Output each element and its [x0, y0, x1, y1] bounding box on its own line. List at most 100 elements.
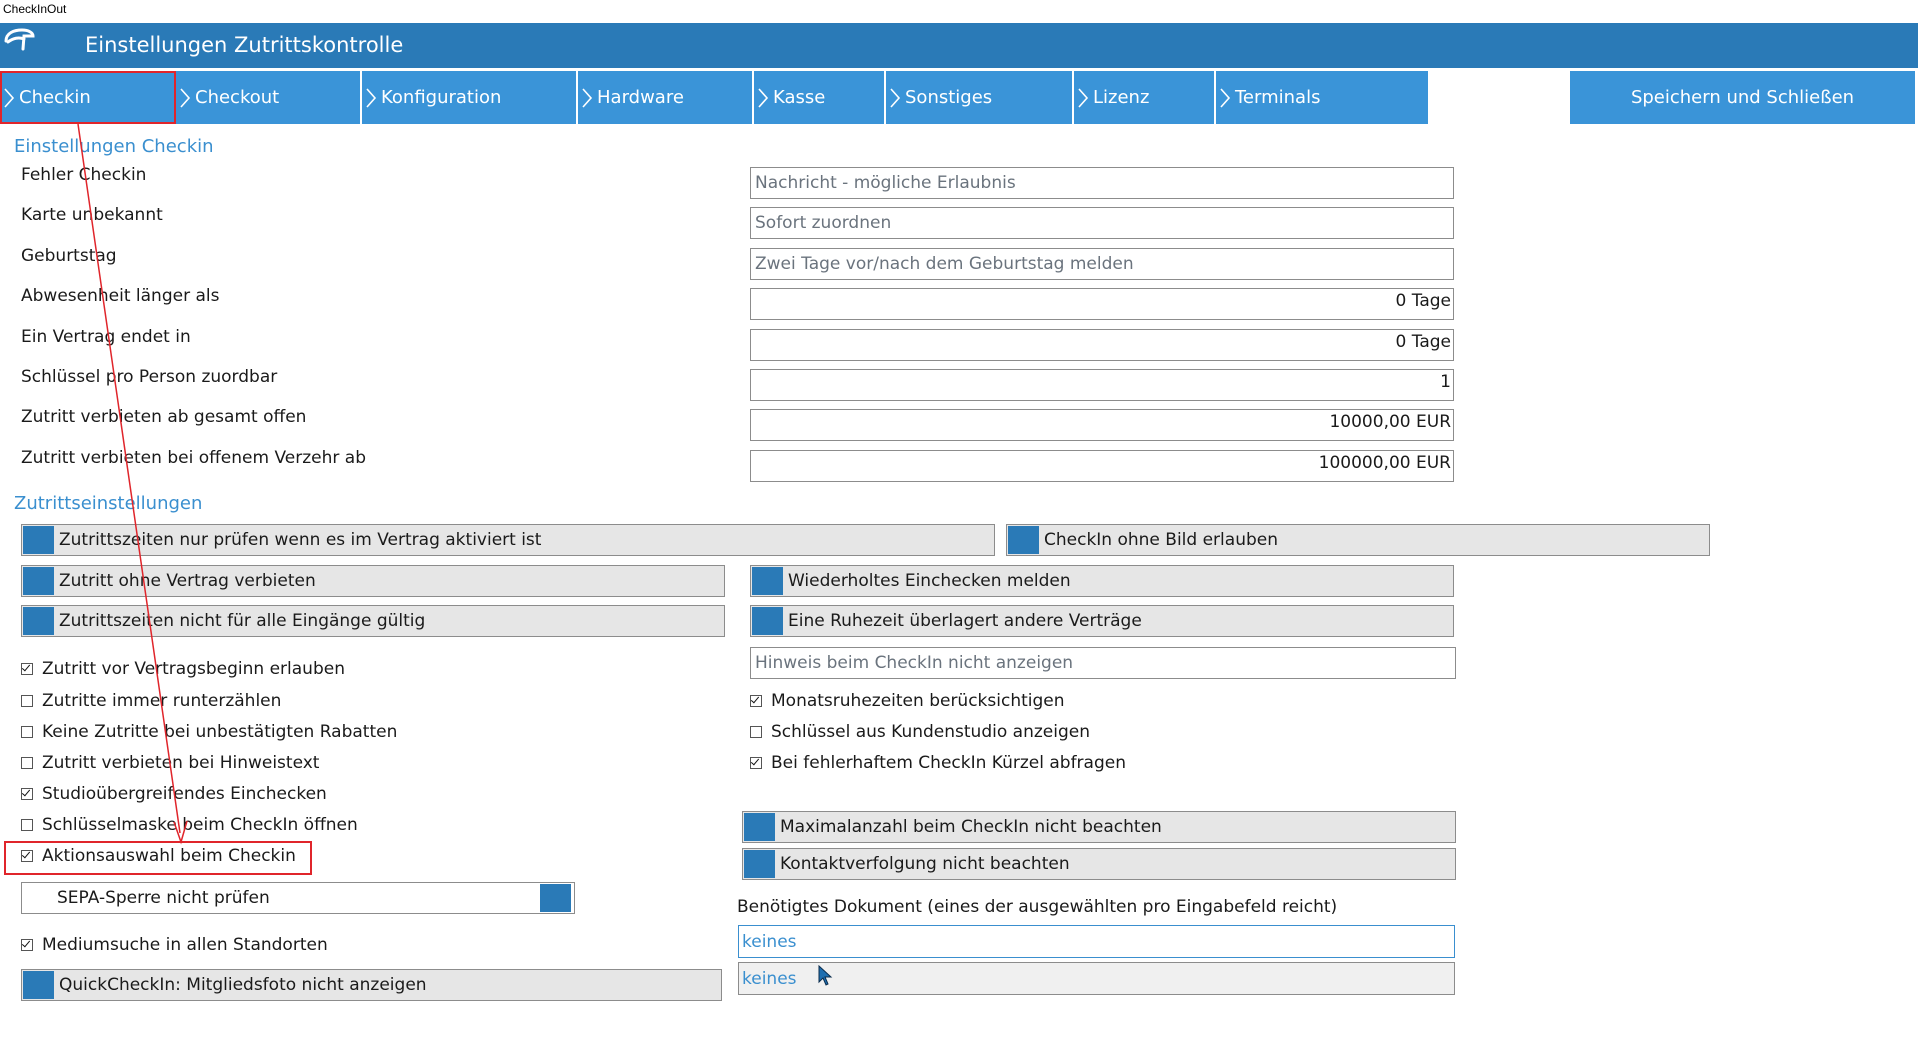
label-zutritt-verzehr: Zutritt verbieten bei offenem Verzehr ab: [21, 448, 366, 468]
checkbox-hinweistext[interactable]: Zutritt verbieten bei Hinweistext: [21, 753, 319, 773]
label-abwesenheit: Abwesenheit länger als: [21, 286, 220, 306]
checkbox-studiouebergreifend[interactable]: Studioübergreifendes Einchecken: [21, 784, 327, 804]
dokument-select-2[interactable]: keines: [738, 962, 1455, 995]
tab-konfiguration[interactable]: Konfiguration: [362, 71, 576, 124]
toggle-wiederholtes-einchecken[interactable]: Wiederholtes Einchecken melden: [750, 565, 1454, 597]
app-logo-icon: [4, 28, 35, 51]
toggle-indicator: [752, 567, 783, 595]
toggle-zutrittszeiten-vertrag[interactable]: Zutrittszeiten nur prüfen wenn es im Ver…: [21, 524, 995, 556]
chevron-right-icon: [1220, 88, 1231, 108]
tab-label: Lizenz: [1093, 87, 1150, 108]
karte-unbekannt-select[interactable]: Sofort zuordnen: [750, 207, 1454, 239]
toggle-kontaktverfolgung[interactable]: Kontaktverfolgung nicht beachten: [742, 848, 1456, 880]
checkbox-box: [750, 757, 762, 769]
toggle-label: Zutrittszeiten nur prüfen wenn es im Ver…: [59, 530, 542, 550]
tab-checkin[interactable]: Checkin: [0, 71, 176, 124]
toggle-label: Zutritt ohne Vertrag verbieten: [59, 571, 316, 591]
tab-checkout[interactable]: Checkout: [176, 71, 360, 124]
toggle-maximalanzahl[interactable]: Maximalanzahl beim CheckIn nicht beachte…: [742, 811, 1456, 843]
toggle-sepa-sperre[interactable]: SEPA-Sperre nicht prüfen: [21, 882, 575, 914]
tab-label: Konfiguration: [381, 87, 502, 108]
section-title-zutritt: Zutrittseinstellungen: [14, 493, 203, 514]
checkbox-label: Monatsruhezeiten berücksichtigen: [771, 691, 1065, 711]
checkbox-box: [21, 726, 33, 738]
zutritt-verzehr-input[interactable]: 100000,00 EUR: [750, 450, 1454, 482]
toggle-zutrittszeiten-eingaenge[interactable]: Zutrittszeiten nicht für alle Eingänge g…: [21, 605, 725, 637]
toggle-label: Maximalanzahl beim CheckIn nicht beachte…: [780, 817, 1162, 837]
tab-hardware[interactable]: Hardware: [578, 71, 752, 124]
label-karte-unbekannt: Karte unbekannt: [21, 205, 163, 225]
tab-label: Terminals: [1235, 87, 1321, 108]
toggle-label: CheckIn ohne Bild erlauben: [1044, 530, 1278, 550]
label-zutritt-gesamt-offen: Zutritt verbieten ab gesamt offen: [21, 407, 307, 427]
toggle-indicator: [540, 884, 571, 912]
checkbox-box: [21, 939, 33, 951]
tab-label: Sonstiges: [905, 87, 993, 108]
toggle-label: Eine Ruhezeit überlagert andere Verträge: [788, 611, 1142, 631]
tab-lizenz[interactable]: Lizenz: [1074, 71, 1214, 124]
toggle-label: Wiederholtes Einchecken melden: [788, 571, 1071, 591]
checkbox-label: Zutritt verbieten bei Hinweistext: [42, 753, 320, 773]
toggle-indicator: [1008, 526, 1039, 554]
checkbox-label: Zutritte immer runterzählen: [42, 691, 282, 711]
toggle-indicator: [23, 526, 54, 554]
checkbox-box: [21, 695, 33, 707]
window-title: CheckInOut: [3, 2, 67, 16]
fehler-checkin-select[interactable]: Nachricht - mögliche Erlaubnis: [750, 167, 1454, 199]
checkbox-schluessel-kundenstudio[interactable]: Schlüssel aus Kundenstudio anzeigen: [750, 722, 1090, 742]
dokument-select-1[interactable]: keines: [738, 925, 1455, 958]
label-schluessel-pro-person: Schlüssel pro Person zuordbar: [21, 367, 278, 387]
checkbox-mediumsuche[interactable]: Mediumsuche in allen Standorten: [21, 935, 328, 955]
checkbox-box: [21, 788, 33, 800]
tab-label: Checkout: [195, 87, 280, 108]
section-title-checkin: Einstellungen Checkin: [14, 136, 214, 157]
label-fehler-checkin: Fehler Checkin: [21, 165, 147, 185]
tab-label: Hardware: [597, 87, 684, 108]
chevron-right-icon: [180, 88, 191, 108]
chevron-right-icon: [890, 88, 901, 108]
schluessel-pro-person-input[interactable]: 1: [750, 369, 1454, 401]
checkbox-box: [21, 757, 33, 769]
tab-terminals[interactable]: Terminals: [1216, 71, 1428, 124]
checkbox-kuerzel-abfragen[interactable]: Bei fehlerhaftem CheckIn Kürzel abfragen: [750, 753, 1126, 773]
toggle-label: QuickCheckIn: Mitgliedsfoto nicht anzeig…: [59, 975, 427, 995]
checkbox-monatsruhezeiten[interactable]: Monatsruhezeiten berücksichtigen: [750, 691, 1065, 711]
checkbox-label: Schlüssel aus Kundenstudio anzeigen: [771, 722, 1090, 742]
vertrag-endet-input[interactable]: 0 Tage: [750, 329, 1454, 361]
label-benoetigtes-dokument: Benötigtes Dokument (eines der ausgewähl…: [737, 897, 1338, 917]
checkbox-aktionsauswahl[interactable]: Aktionsauswahl beim Checkin: [21, 846, 296, 866]
mouse-cursor-icon: [818, 965, 833, 986]
label-geburtstag: Geburtstag: [21, 246, 117, 266]
toggle-zutritt-ohne-vertrag[interactable]: Zutritt ohne Vertrag verbieten: [21, 565, 725, 597]
chevron-right-icon: [4, 88, 15, 108]
checkbox-zutritt-vor-vertragsbeginn[interactable]: Zutritt vor Vertragsbeginn erlauben: [21, 659, 345, 679]
checkbox-unbestaetigte-rabatte[interactable]: Keine Zutritte bei unbestätigten Rabatte…: [21, 722, 397, 742]
checkbox-label: Studioübergreifendes Einchecken: [42, 784, 327, 804]
geburtstag-select[interactable]: Zwei Tage vor/nach dem Geburtstag melden: [750, 248, 1454, 280]
toggle-ruhezeit-ueberlagert[interactable]: Eine Ruhezeit überlagert andere Verträge: [750, 605, 1454, 637]
abwesenheit-input[interactable]: 0 Tage: [750, 288, 1454, 320]
toggle-label: Zutrittszeiten nicht für alle Eingänge g…: [59, 611, 426, 631]
chevron-right-icon: [1078, 88, 1089, 108]
tab-sonstiges[interactable]: Sonstiges: [886, 71, 1072, 124]
tab-kasse[interactable]: Kasse: [754, 71, 884, 124]
toggle-label: Kontaktverfolgung nicht beachten: [780, 854, 1070, 874]
toggle-checkin-ohne-bild[interactable]: CheckIn ohne Bild erlauben: [1006, 524, 1710, 556]
checkbox-box: [750, 726, 762, 738]
checkbox-schluesselmaske[interactable]: Schlüsselmaske beim CheckIn öffnen: [21, 815, 358, 835]
checkbox-label: Mediumsuche in allen Standorten: [42, 935, 328, 955]
hinweis-checkin-select[interactable]: Hinweis beim CheckIn nicht anzeigen: [750, 647, 1456, 679]
tab-label: Checkin: [19, 87, 91, 108]
checkbox-label: Keine Zutritte bei unbestätigten Rabatte…: [42, 722, 398, 742]
checkbox-label: Bei fehlerhaftem CheckIn Kürzel abfragen: [771, 753, 1126, 773]
toggle-indicator: [23, 607, 54, 635]
chevron-right-icon: [366, 88, 377, 108]
save-and-close-button[interactable]: Speichern und Schließen: [1570, 71, 1915, 124]
toggle-quickcheckin-foto[interactable]: QuickCheckIn: Mitgliedsfoto nicht anzeig…: [21, 969, 722, 1001]
toggle-label: SEPA-Sperre nicht prüfen: [57, 888, 270, 908]
toggle-indicator: [752, 607, 783, 635]
label-vertrag-endet: Ein Vertrag endet in: [21, 327, 191, 347]
zutritt-gesamt-offen-input[interactable]: 10000,00 EUR: [750, 409, 1454, 441]
checkbox-label: Schlüsselmaske beim CheckIn öffnen: [42, 815, 358, 835]
checkbox-zutritte-runterzaehlen[interactable]: Zutritte immer runterzählen: [21, 691, 281, 711]
